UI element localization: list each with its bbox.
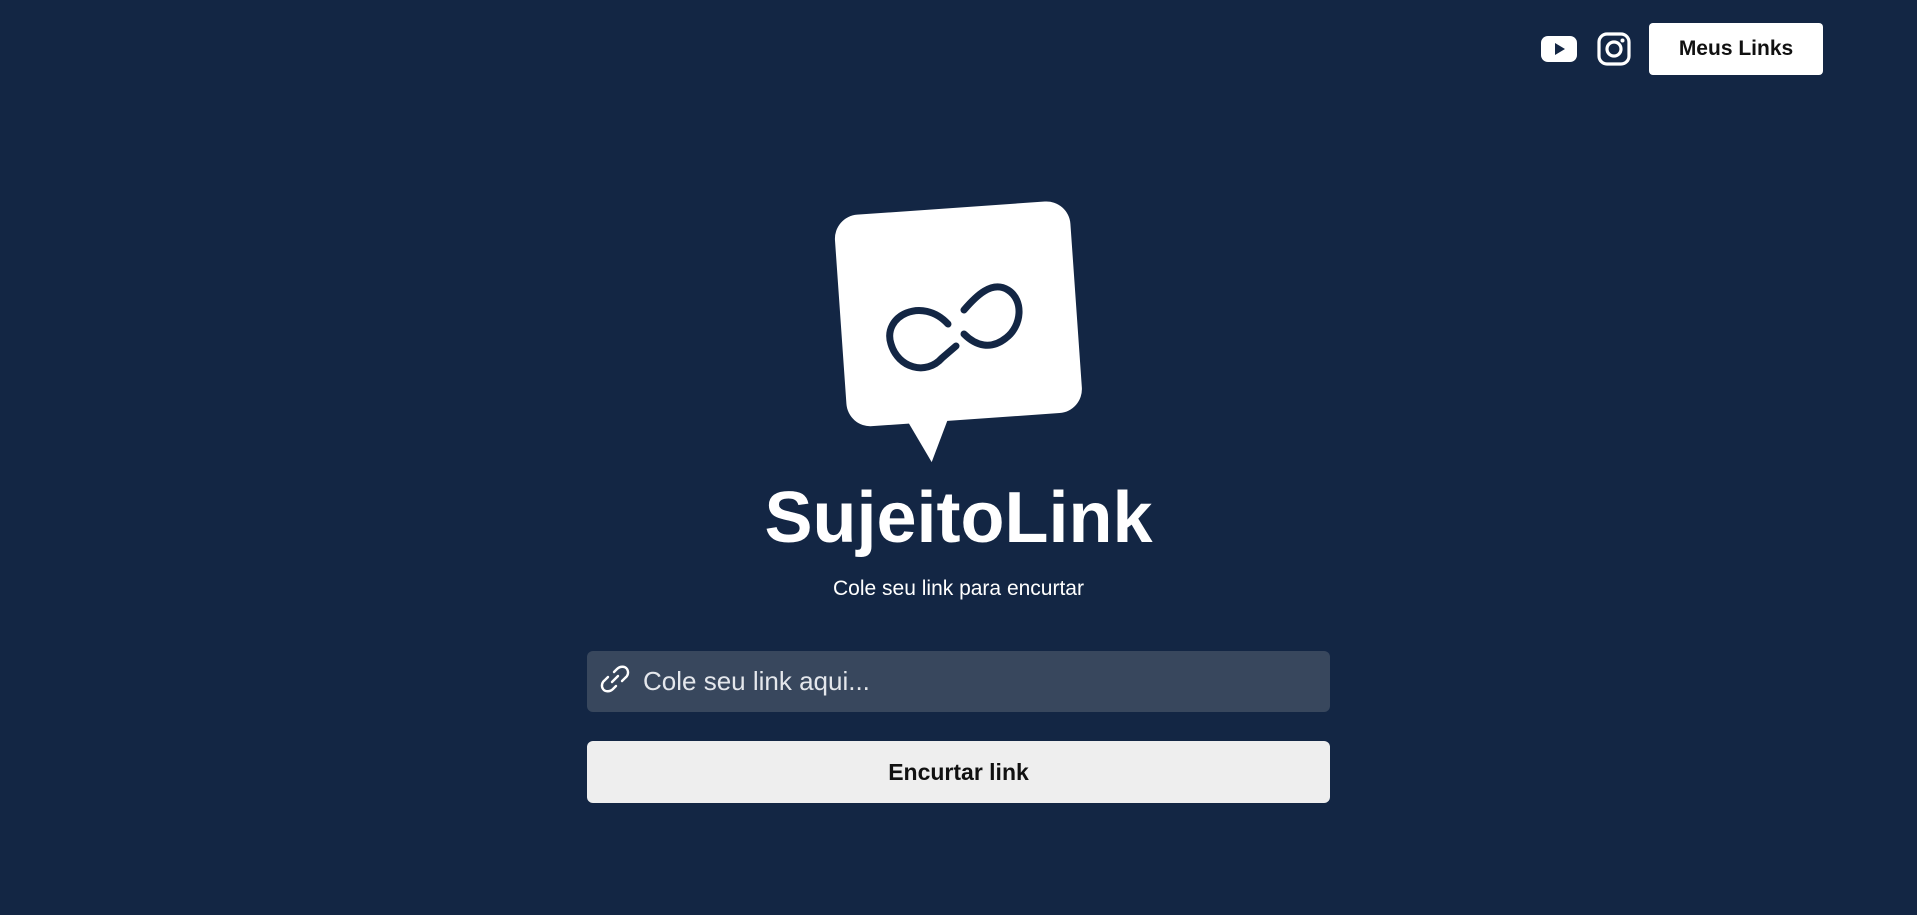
link-input[interactable] bbox=[631, 650, 1330, 713]
shorten-link-button[interactable]: Encurtar link bbox=[587, 741, 1330, 803]
youtube-icon[interactable] bbox=[1539, 29, 1579, 69]
subtitle: Cole seu link para encurtar bbox=[833, 577, 1084, 600]
link-input-container bbox=[587, 650, 1330, 713]
link-chat-bubble-logo bbox=[834, 201, 1082, 463]
top-bar: Meus Links bbox=[1539, 23, 1823, 75]
my-links-button[interactable]: Meus Links bbox=[1649, 23, 1823, 75]
instagram-icon[interactable] bbox=[1594, 29, 1634, 69]
app-title: SujeitoLink bbox=[764, 478, 1153, 558]
logo bbox=[826, 198, 1086, 468]
link-icon bbox=[599, 663, 631, 700]
